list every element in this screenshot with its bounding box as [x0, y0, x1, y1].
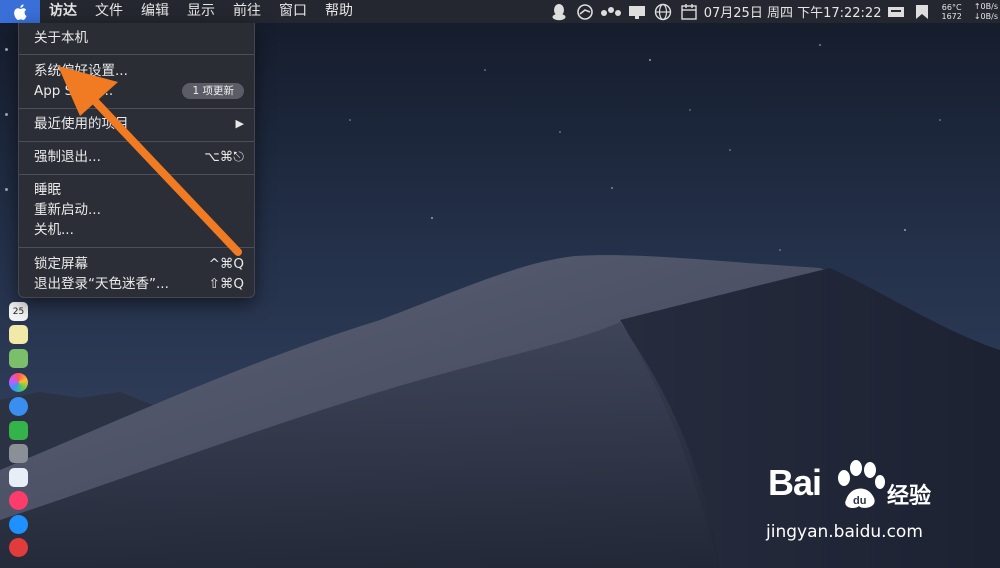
dock-running-indicator: [5, 188, 8, 191]
menu-separator: [19, 174, 254, 175]
menu-item-sleep[interactable]: 睡眠: [34, 180, 244, 200]
system-preferences-label: 系统偏好设置...: [34, 63, 128, 79]
widget-icon[interactable]: [911, 0, 933, 23]
force-quit-label: 强制退出...: [34, 149, 101, 165]
status-area: 07月25日 周四 下午17:22:22 66°C 1672 ↑0B/s ↓0B…: [546, 0, 1000, 23]
logout-label: 退出登录“天色迷香”...: [34, 276, 169, 292]
app-store-label: App Store...: [34, 83, 114, 99]
menu-help[interactable]: 帮助: [316, 0, 362, 23]
paw-logo-icon: du: [838, 460, 885, 508]
menu-app-name[interactable]: 访达: [40, 0, 86, 23]
notes-app-icon[interactable]: [9, 325, 28, 344]
calendar-app-icon[interactable]: 25: [9, 302, 28, 321]
menu-separator: [19, 247, 254, 248]
calendar-day: 25: [12, 306, 25, 317]
menu-separator: [19, 54, 254, 55]
svg-text:du: du: [853, 495, 866, 507]
menu-go[interactable]: 前往: [224, 0, 270, 23]
menu-edit[interactable]: 编辑: [132, 0, 178, 23]
menu-item-restart[interactable]: 重新启动...: [34, 200, 244, 220]
dock-running-indicator: [5, 48, 8, 51]
dock-running-indicator: [5, 113, 8, 116]
photos-app-icon[interactable]: [9, 373, 28, 392]
restart-label: 重新启动...: [34, 202, 101, 218]
baidu-watermark: Bai du 经验 jingyan.baidu.com: [762, 458, 962, 548]
sleep-label: 睡眠: [34, 182, 61, 198]
app-store-app-icon[interactable]: [9, 515, 28, 534]
globe-icon[interactable]: [652, 0, 674, 23]
menu-separator: [19, 108, 254, 109]
network-speed[interactable]: ↑0B/s ↓0B/s: [968, 2, 1000, 22]
logout-shortcut: ⇧⌘Q: [208, 276, 244, 292]
display-icon[interactable]: [626, 0, 648, 23]
maps-app-icon[interactable]: [9, 349, 28, 368]
recent-items-label: 最近使用的项目: [34, 116, 129, 132]
messages-app-icon[interactable]: [9, 397, 28, 416]
update-badge: 1 项更新: [182, 83, 244, 99]
menu-item-app-store[interactable]: App Store... 1 项更新: [34, 81, 244, 101]
dots-icon[interactable]: [600, 0, 622, 23]
about-label: 关于本机: [34, 30, 88, 46]
menu-item-shutdown[interactable]: 关机...: [34, 220, 244, 240]
net-down: ↓0B/s: [973, 11, 998, 21]
apple-icon: [14, 3, 27, 20]
menu-view[interactable]: 显示: [178, 0, 224, 23]
menu-clock[interactable]: 07月25日 周四 下午17:22:22: [702, 2, 884, 21]
watermark-brand-cn: 经验: [887, 484, 932, 509]
menu-file[interactable]: 文件: [86, 0, 132, 23]
sensor-readout[interactable]: 66°C 1672: [935, 3, 967, 21]
apple-menu-button[interactable]: [0, 0, 40, 23]
force-quit-shortcut: ⌥⌘⎋: [204, 149, 244, 165]
facetime-app-icon[interactable]: [9, 421, 28, 440]
qq-icon[interactable]: [548, 0, 570, 23]
menu-item-force-quit[interactable]: 强制退出... ⌥⌘⎋: [34, 147, 244, 167]
calendar-icon[interactable]: [678, 0, 700, 23]
lock-screen-label: 锁定屏幕: [34, 256, 88, 272]
menu-item-lock-screen[interactable]: 锁定屏幕 ^⌘Q: [34, 254, 244, 274]
menu-item-system-preferences[interactable]: 系统偏好设置...: [34, 61, 244, 81]
fan-speed: 1672: [941, 11, 962, 21]
temperature: 66°C: [941, 2, 962, 12]
input-source-icon[interactable]: [885, 0, 907, 23]
vivaldi-app-icon[interactable]: [9, 538, 28, 557]
apple-menu-dropdown: 关于本机 系统偏好设置... App Store... 1 项更新 最近使用的项…: [18, 23, 255, 298]
system-preferences-app-icon[interactable]: [9, 444, 28, 463]
menu-window[interactable]: 窗口: [270, 0, 316, 23]
menu-bar: 访达 文件 编辑 显示 前往 窗口 帮助 07月25日 周四 下午17:22:2…: [0, 0, 1000, 23]
lock-screen-shortcut: ^⌘Q: [208, 256, 244, 272]
music-app-icon[interactable]: [9, 491, 28, 510]
menu-separator: [19, 141, 254, 142]
watermark-url: jingyan.baidu.com: [766, 522, 923, 542]
watermark-brand: Bai: [768, 462, 822, 503]
submenu-arrow-icon: ▶: [235, 117, 244, 130]
menu-item-recent-items[interactable]: 最近使用的项目 ▶: [34, 114, 244, 134]
sync-icon[interactable]: [574, 0, 596, 23]
menu-item-logout[interactable]: 退出登录“天色迷香”... ⇧⌘Q: [34, 274, 244, 294]
net-up: ↑0B/s: [973, 1, 998, 11]
keynote-app-icon[interactable]: [9, 468, 28, 487]
menu-item-about[interactable]: 关于本机: [34, 28, 244, 48]
shutdown-label: 关机...: [34, 222, 74, 238]
